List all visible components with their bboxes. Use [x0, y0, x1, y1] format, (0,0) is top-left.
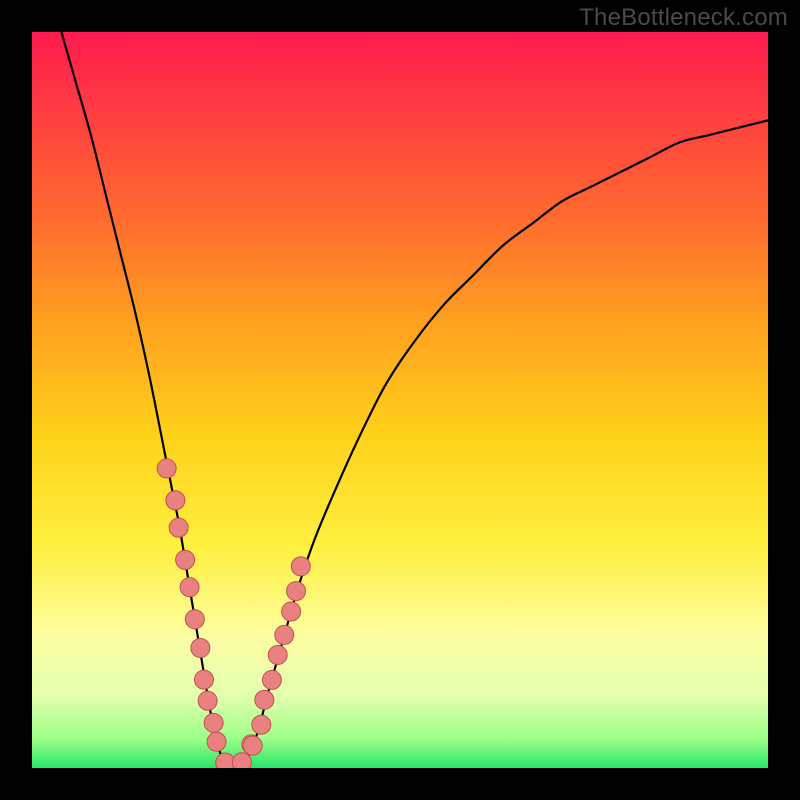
data-dot — [291, 557, 310, 576]
chart-frame — [32, 32, 768, 768]
data-dot — [204, 713, 223, 732]
data-dot — [216, 753, 235, 768]
data-dot — [169, 518, 188, 537]
data-dot — [185, 610, 204, 629]
data-dot — [191, 638, 210, 657]
data-dot — [198, 691, 217, 710]
data-dot — [194, 670, 213, 689]
data-dot — [262, 670, 281, 689]
data-dot — [287, 582, 306, 601]
watermark-label: TheBottleneck.com — [579, 4, 788, 32]
data-dot — [166, 491, 185, 510]
data-dot — [157, 459, 176, 478]
gradient-background — [32, 32, 768, 768]
data-dot — [282, 602, 301, 621]
data-dot — [176, 550, 195, 569]
chart-svg — [32, 32, 768, 768]
data-dot — [268, 645, 287, 664]
data-dot — [180, 578, 199, 597]
data-dot — [232, 753, 251, 768]
data-dot — [275, 625, 294, 644]
data-dot — [252, 715, 271, 734]
data-dot — [255, 690, 274, 709]
data-dot — [243, 736, 262, 755]
data-dot — [207, 732, 226, 751]
